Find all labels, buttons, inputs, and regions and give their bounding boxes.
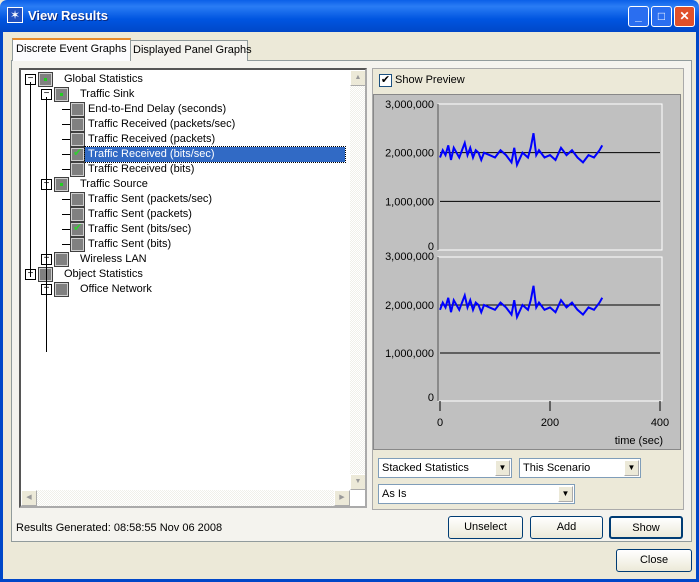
unselect-button[interactable]: Unselect	[448, 516, 523, 539]
tree-item-label: Global Statistics	[64, 73, 143, 85]
partial-checkbox-icon[interactable]	[54, 87, 69, 102]
unchecked-checkbox-icon[interactable]	[70, 132, 85, 147]
tree-item[interactable]: − Object Statistics	[21, 267, 351, 282]
tree-item-label: Traffic Received (packets/sec)	[88, 118, 236, 130]
tree-item-label: Traffic Received (bits)	[88, 163, 195, 175]
y-tick-label: 1,000,000	[385, 196, 434, 208]
unchecked-checkbox-icon[interactable]	[70, 192, 85, 207]
plot-frame	[437, 103, 663, 251]
tree-item-label: Object Statistics	[64, 268, 143, 280]
close-window-button[interactable]: ✕	[674, 6, 695, 27]
title-bar[interactable]: ✶ View Results _ □ ✕	[0, 0, 699, 32]
show-button[interactable]: Show	[609, 516, 683, 539]
status-text: Results Generated: 08:58:55 Nov 06 2008	[16, 522, 223, 534]
unchecked-checkbox-icon[interactable]	[70, 207, 85, 222]
scroll-up-button[interactable]: ▲	[350, 70, 365, 86]
window-title: View Results	[28, 8, 108, 23]
chevron-down-icon: ▼	[558, 486, 573, 502]
tree-item[interactable]: Traffic Sent (bits/sec)	[21, 221, 351, 237]
tree-item[interactable]: Traffic Received (bits)	[21, 162, 351, 177]
unchecked-checkbox-icon[interactable]	[54, 282, 69, 297]
unchecked-checkbox-icon[interactable]	[70, 162, 85, 177]
tree-item[interactable]: Traffic Received (bits/sec)	[21, 146, 351, 163]
tree-item[interactable]: Traffic Sent (bits)	[21, 237, 351, 252]
y-tick-label: 2,000,000	[385, 148, 434, 160]
tree-connector	[46, 262, 47, 352]
tree-item[interactable]: + Wireless LAN	[21, 252, 351, 267]
unchecked-checkbox-icon[interactable]	[54, 252, 69, 267]
tree-item-label: Wireless LAN	[80, 253, 147, 265]
scroll-down-button[interactable]: ▼	[350, 474, 365, 490]
tree-item[interactable]: End-to-End Delay (seconds)	[21, 102, 351, 117]
tree-connector	[46, 202, 47, 262]
unchecked-checkbox-icon[interactable]	[70, 237, 85, 252]
tree-item-label: Traffic Sent (bits)	[88, 238, 172, 250]
x-tick-label: 200	[541, 417, 559, 429]
tree-item[interactable]: − Global Statistics	[21, 72, 351, 87]
tree-item-label: End-to-End Delay (seconds)	[88, 103, 227, 115]
plot-frame	[437, 256, 663, 402]
chart-svg: 0 1,000,000 2,000,000 3,000,000 0 1,000,000 2,…	[385, 99, 669, 447]
unchecked-checkbox-icon[interactable]	[70, 117, 85, 132]
tree-item-label: Traffic Sent (packets)	[88, 208, 192, 220]
tree-item-label: Traffic Sent (bits/sec)	[88, 223, 192, 235]
tree-item[interactable]: − Traffic Sink	[21, 87, 351, 102]
checked-checkbox-icon[interactable]	[70, 221, 85, 237]
series-line	[439, 133, 604, 169]
scroll-left-button[interactable]: ◀	[21, 490, 37, 506]
filter-dropdown[interactable]: As Is ▼	[378, 484, 575, 504]
tree-connector	[46, 97, 47, 202]
show-preview-label: Show Preview	[395, 74, 465, 86]
tree-item-label: Traffic Received (bits/sec)	[84, 146, 346, 163]
tab-discrete-event-graphs[interactable]: Discrete Event Graphs	[12, 38, 131, 61]
y-tick-label: 0	[428, 392, 434, 404]
series-line	[439, 285, 604, 321]
checked-checkbox-icon[interactable]	[70, 146, 85, 162]
tree-item[interactable]: + Office Network	[21, 282, 351, 297]
x-tick-label: 0	[437, 417, 443, 429]
tree-item[interactable]: Traffic Received (packets)	[21, 132, 351, 147]
preview-chart: 0 1,000,000 2,000,000 3,000,000 0 1,000,000 2,…	[373, 94, 681, 450]
scroll-right-button[interactable]: ▶	[334, 490, 350, 506]
filter-value: As Is	[382, 488, 407, 500]
x-tick-label: 400	[651, 417, 669, 429]
tab-displayed-panel-graphs[interactable]: Displayed Panel Graphs	[129, 40, 252, 61]
tree-item[interactable]: − Traffic Source	[21, 177, 351, 192]
close-button[interactable]: Close	[616, 549, 692, 572]
tree-item-label: Office Network	[80, 283, 152, 295]
partial-checkbox-icon[interactable]	[54, 177, 69, 192]
tree-item-label: Traffic Received (packets)	[88, 133, 216, 145]
chevron-down-icon: ▼	[495, 460, 510, 476]
app-icon: ✶	[7, 7, 23, 23]
y-tick-label: 3,000,000	[385, 251, 434, 263]
stat-mode-dropdown[interactable]: Stacked Statistics ▼	[378, 458, 512, 478]
partial-checkbox-icon[interactable]	[38, 72, 53, 87]
tree-item[interactable]: Traffic Sent (packets/sec)	[21, 192, 351, 207]
chevron-down-icon: ▼	[624, 460, 639, 476]
show-preview-checkbox[interactable]: ✔	[379, 74, 392, 87]
y-tick-label: 2,000,000	[385, 300, 434, 312]
vertical-scrollbar[interactable]: ▲ ▼	[350, 70, 365, 490]
statistics-tree: − Global Statistics − Traffic Sink End-to-En…	[19, 68, 367, 508]
tree-item-label: Traffic Source	[80, 178, 148, 190]
maximize-button[interactable]: □	[651, 6, 672, 27]
scenario-value: This Scenario	[523, 462, 591, 474]
y-tick-label: 3,000,000	[385, 99, 434, 111]
tree-item[interactable]: Traffic Received (packets/sec)	[21, 117, 351, 132]
stat-mode-value: Stacked Statistics	[382, 462, 469, 474]
horizontal-scrollbar[interactable]: ◀ ▶	[21, 490, 350, 506]
tree-item-label: Traffic Sent (packets/sec)	[88, 193, 213, 205]
unchecked-checkbox-icon[interactable]	[70, 102, 85, 117]
add-button[interactable]: Add	[530, 516, 603, 539]
x-axis-label: time (sec)	[615, 435, 663, 447]
tree-item-label: Traffic Sink	[80, 88, 135, 100]
scenario-dropdown[interactable]: This Scenario ▼	[519, 458, 641, 478]
minimize-button[interactable]: _	[628, 6, 649, 27]
tree-item[interactable]: Traffic Sent (packets)	[21, 207, 351, 222]
tree-connector	[30, 82, 31, 277]
y-tick-label: 1,000,000	[385, 348, 434, 360]
